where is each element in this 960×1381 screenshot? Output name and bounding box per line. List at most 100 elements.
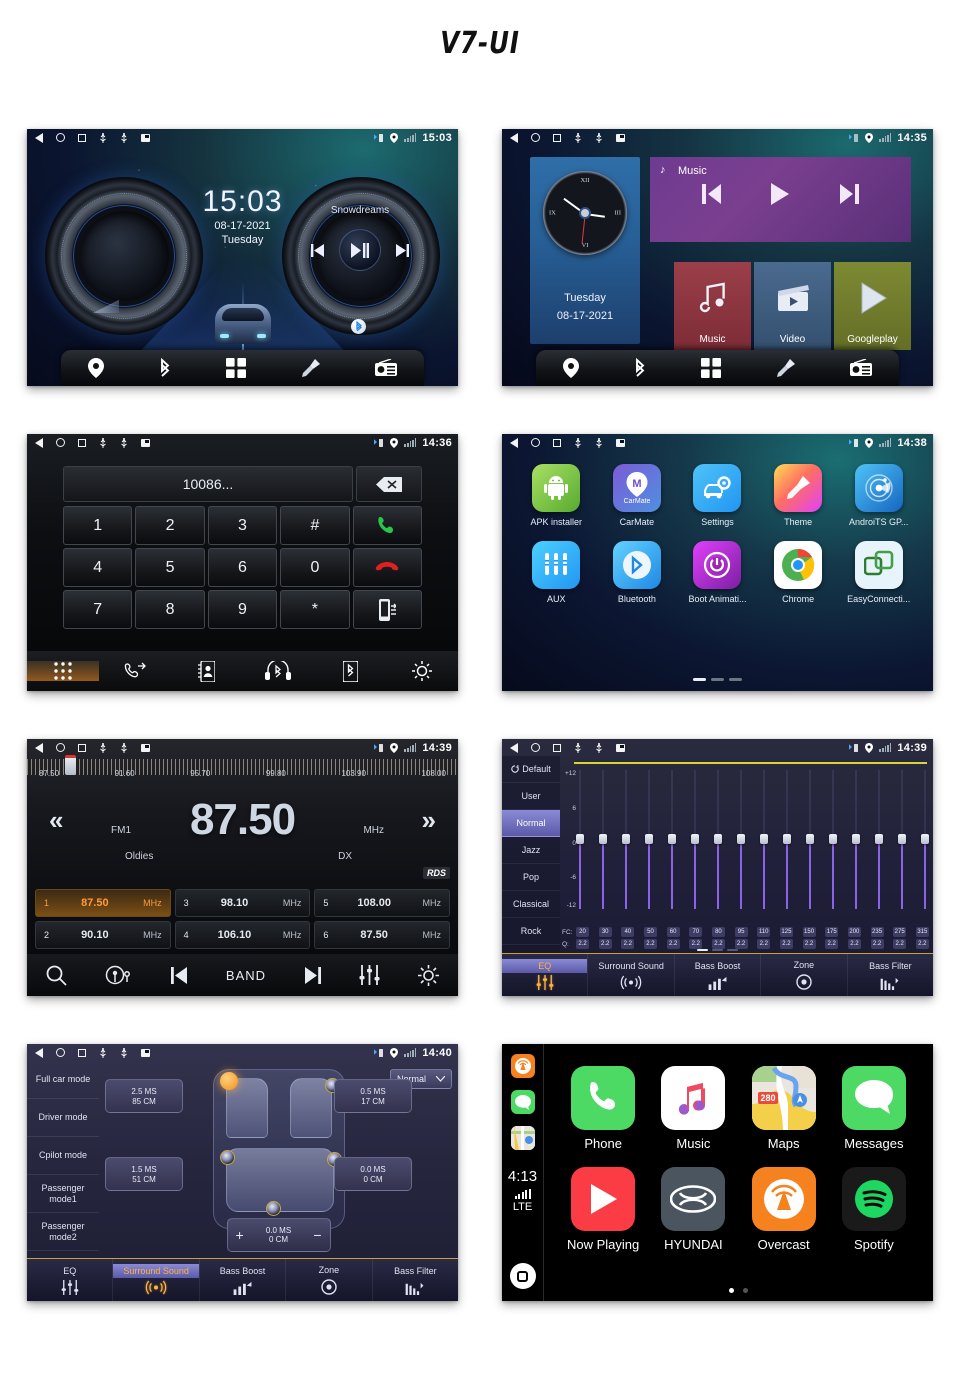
carplay-app-now-playing[interactable]: Now Playing [558, 1167, 648, 1252]
home-icon[interactable] [531, 438, 540, 447]
prev-track-icon[interactable] [310, 243, 325, 257]
q-cell[interactable]: 2.2 [825, 939, 839, 949]
preset-5[interactable]: 5 108.00 MHz [314, 889, 450, 917]
carplay-home-button[interactable] [509, 1263, 536, 1289]
overcast-icon[interactable] [510, 1054, 535, 1078]
eq-slider[interactable] [668, 770, 676, 909]
fc-cell[interactable]: 275 [893, 927, 907, 937]
app-easyconnection[interactable]: EasyConnecti... [838, 541, 919, 604]
back-icon[interactable] [510, 437, 518, 448]
search-icon[interactable] [46, 965, 67, 986]
tab-phone-bluetooth[interactable] [314, 660, 386, 682]
fc-cell[interactable]: 95 [734, 927, 748, 937]
q-cell[interactable]: 2.2 [893, 939, 907, 949]
eq-preset-pop[interactable]: Pop [502, 864, 560, 891]
eq-preset-default[interactable]: Default [502, 756, 560, 783]
dialer-dock[interactable] [27, 651, 458, 691]
increase-button[interactable]: + [236, 1227, 244, 1243]
fc-cell[interactable]: 20 [576, 927, 589, 937]
key-5[interactable]: 5 [135, 548, 205, 587]
eq-slider[interactable] [852, 770, 860, 909]
eq-preset-user[interactable]: User [502, 783, 560, 810]
key-7[interactable]: 7 [63, 590, 133, 629]
status-nav-icons[interactable] [35, 1047, 150, 1058]
apps-icon[interactable] [226, 358, 247, 378]
q-cell[interactable]: 2.2 [711, 939, 725, 949]
band-button[interactable]: BAND [226, 968, 266, 983]
panel-home-screen[interactable]: 15:03 15:03 08-17-2021 Tuesday Snowdream… [27, 129, 458, 386]
settings-icon[interactable] [418, 964, 440, 986]
navigation-icon[interactable] [88, 358, 105, 378]
fc-cell[interactable]: 50 [643, 927, 657, 937]
dialpad[interactable]: 1 2 3 # 4 5 6 0 7 8 9 * [63, 506, 422, 629]
app-bluetooth[interactable]: Bluetooth [597, 541, 678, 604]
messages-icon[interactable] [510, 1090, 535, 1114]
tile-googleplay[interactable]: Googleplay [834, 262, 911, 350]
home-dock[interactable] [61, 350, 424, 386]
eq-q-row[interactable]: Q: 2.2 2.2 2.2 2.2 2.2 2.2 2.2 2.2 2.2 2… [562, 939, 929, 949]
theme-icon[interactable] [301, 358, 321, 378]
maps-icon[interactable] [510, 1126, 535, 1150]
radio-toolbar[interactable]: BAND [27, 954, 458, 996]
carplay-app-phone[interactable]: Phone [558, 1066, 648, 1151]
prev-track-icon[interactable] [170, 966, 188, 984]
q-cell[interactable]: 2.2 [779, 939, 793, 949]
fc-cell[interactable]: 175 [825, 927, 839, 937]
tab-zone[interactable]: Zone [761, 954, 848, 996]
home-icon[interactable] [56, 743, 65, 752]
app-carmate[interactable]: M CarMate CarMate [597, 464, 678, 527]
page-indicator[interactable] [502, 948, 933, 951]
recents-icon[interactable] [78, 438, 86, 447]
key-3[interactable]: 3 [207, 506, 278, 545]
app-chrome[interactable]: Chrome [758, 541, 839, 604]
key-9[interactable]: 9 [207, 590, 278, 629]
music-widget-controls[interactable] [650, 183, 911, 205]
key-0[interactable]: 0 [280, 548, 350, 587]
app-grid[interactable]: APK installer M CarMate CarMate Settings [516, 464, 919, 604]
play-icon[interactable] [769, 183, 791, 205]
fc-cell[interactable]: 110 [757, 927, 771, 937]
key-1[interactable]: 1 [63, 506, 133, 545]
fc-cell[interactable]: 30 [598, 927, 612, 937]
recents-icon[interactable] [78, 743, 86, 752]
tab-bass-boost[interactable]: Bass Boost [675, 954, 762, 996]
eq-slider[interactable] [645, 770, 653, 909]
eq-preset-jazz[interactable]: Jazz [502, 837, 560, 864]
scan-antenna-icon[interactable] [105, 965, 133, 986]
next-track-icon[interactable] [395, 243, 410, 257]
preset-3[interactable]: 3 98.10 MHz [174, 889, 311, 917]
app-androits-gps[interactable]: AndroiTS GP... [838, 464, 919, 527]
eq-slider[interactable] [760, 770, 768, 909]
fc-cell[interactable]: 315 [915, 927, 929, 937]
delay-rear-right[interactable]: 0.0 MS 0 CM [334, 1157, 412, 1191]
q-cell[interactable]: 2.2 [598, 939, 612, 949]
back-icon[interactable] [35, 437, 43, 448]
q-cell[interactable]: 2.2 [689, 939, 703, 949]
preset-6[interactable]: 6 87.50 MHz [314, 921, 450, 949]
eq-slider[interactable] [576, 770, 584, 909]
fc-cell[interactable]: 150 [802, 927, 816, 937]
key-6[interactable]: 6 [207, 548, 278, 587]
eq-preset-list[interactable]: Default User Normal Jazz Pop Classical R… [502, 756, 560, 953]
q-cell[interactable]: 2.2 [576, 939, 589, 949]
eq-fc-row[interactable]: FC: 20 30 40 50 60 70 80 95 110 125 150 … [562, 927, 929, 937]
audio-tab-bar[interactable]: EQ Surround Sound Bass Boost Zone Bass F… [502, 953, 933, 996]
apps-icon[interactable] [701, 358, 722, 378]
tab-surround-sound[interactable]: Surround Sound [588, 954, 675, 996]
status-nav-icons[interactable] [35, 742, 150, 753]
end-call-button[interactable] [352, 548, 422, 587]
radio-icon[interactable] [849, 359, 872, 377]
fc-cell[interactable]: 125 [779, 927, 793, 937]
panel-widget-home-screen[interactable]: 14:35 XII III VI IX Tuesday 08-17-2021 ♪… [502, 129, 933, 386]
status-nav-icons[interactable] [510, 437, 625, 448]
panel-dialer-screen[interactable]: 14:36 10086... 1 2 3 # 4 5 6 0 7 8 9 * [27, 434, 458, 691]
page-indicator[interactable] [558, 1288, 919, 1293]
bluetooth-icon[interactable] [158, 358, 172, 378]
tab-bass-filter[interactable]: Bass Filter [848, 954, 933, 996]
recents-icon[interactable] [553, 133, 561, 142]
decrease-button[interactable]: − [313, 1227, 321, 1243]
panel-carplay-screen[interactable]: 4:13 LTE Phone Music 280 Maps Messages N… [502, 1044, 933, 1301]
tab-surround-sound[interactable]: Surround Sound [113, 1259, 200, 1301]
clock-widget[interactable]: XII III VI IX Tuesday 08-17-2021 [530, 157, 640, 344]
q-cell[interactable]: 2.2 [757, 939, 771, 949]
